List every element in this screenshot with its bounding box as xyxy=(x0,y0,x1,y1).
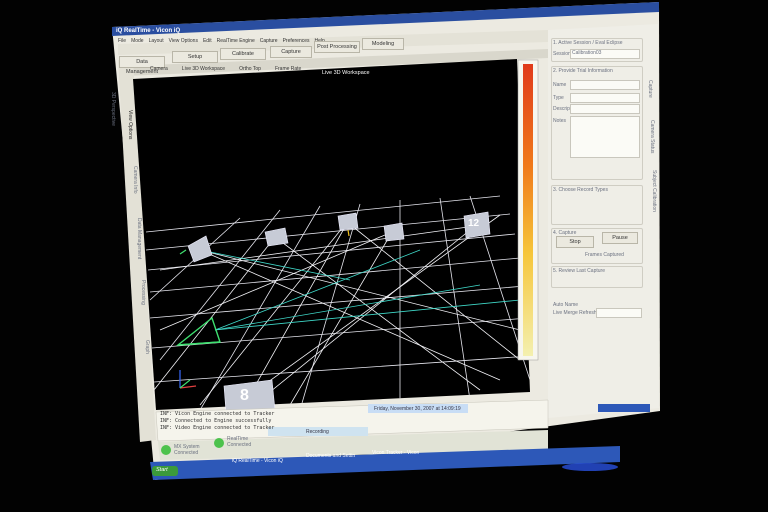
tab-processing[interactable]: Processing xyxy=(140,280,146,305)
log-line: INF: Connected to Engine successfully xyxy=(160,418,272,424)
side-tab-subject-calibration[interactable]: Subject Calibration xyxy=(651,170,657,212)
log-line: INF: Video Engine connected to Tracker xyxy=(160,425,275,431)
side-tab-camera-status[interactable]: Camera Status xyxy=(649,120,655,153)
window-title: iQ RealTime - Vicon iQ xyxy=(116,28,181,34)
viewport-camera-option[interactable]: Camera xyxy=(150,66,168,74)
frames-captured-label: Frames Captured xyxy=(585,252,624,258)
taskbar-item-iq[interactable]: iQ RealTime - Vicon iQ xyxy=(232,458,283,464)
monitor-screen xyxy=(112,2,660,480)
menu-item-view-options[interactable]: View Options xyxy=(169,38,198,46)
trial-description-input[interactable] xyxy=(570,104,640,114)
status-date: Friday, November 30, 2007 at 14:09:19 xyxy=(374,406,461,412)
setup-button[interactable]: Setup xyxy=(172,51,218,63)
menu-item-capture[interactable]: Capture xyxy=(260,38,278,46)
calibrate-button[interactable]: Calibrate xyxy=(220,48,266,60)
trial-name-input[interactable] xyxy=(570,80,640,90)
realtime-status-icon xyxy=(214,438,224,448)
capture-button[interactable]: Capture xyxy=(270,46,312,58)
viewport-view-select[interactable]: Live 3D Workspace xyxy=(182,66,225,74)
trial-section-title: 2. Provide Trial Information xyxy=(553,68,613,74)
trial-notes-label: Notes xyxy=(553,118,567,124)
status-recording: Recording xyxy=(306,429,329,435)
taskbar-item-documents[interactable]: Documents and Settin xyxy=(306,453,355,459)
trial-notes-input[interactable] xyxy=(570,116,640,158)
tab-3d-perspective[interactable]: 3D Perspective xyxy=(110,92,116,126)
live-merge-input[interactable] xyxy=(596,308,642,318)
menu-item-preferences[interactable]: Preferences xyxy=(283,38,310,46)
taskbar-item-tracker[interactable]: Vicon Tracker - Vicon xyxy=(372,450,419,456)
session-value: Calibration03 xyxy=(572,50,602,56)
3d-viewport[interactable] xyxy=(133,59,539,413)
menu-item-mode[interactable]: Mode xyxy=(131,38,144,46)
viewport-title: Live 3D Workspace xyxy=(322,70,370,76)
record-section-title: 3. Choose Record Types xyxy=(553,187,608,193)
log-line: INF: Vicon Engine connected to Tracker xyxy=(160,411,275,417)
intensity-gradient xyxy=(523,64,533,356)
trial-type-input[interactable] xyxy=(570,93,640,103)
pause-button[interactable]: Pause xyxy=(602,232,638,244)
auto-name-label: Auto Name xyxy=(553,302,579,308)
tab-view-options[interactable]: View Options xyxy=(127,110,133,139)
menu-item-edit[interactable]: Edit xyxy=(203,38,212,46)
tab-data-management[interactable]: Data Management xyxy=(136,218,142,259)
camera-marker[interactable] xyxy=(383,222,405,242)
menu-item-realtime-engine[interactable]: RealTime Engine xyxy=(217,38,255,46)
tab-camera-info[interactable]: Camera Info xyxy=(132,166,138,194)
camera-marker-8[interactable] xyxy=(223,379,276,413)
tray-area xyxy=(598,404,650,412)
power-led-glow xyxy=(562,463,618,471)
stop-button[interactable]: Stop xyxy=(556,236,594,248)
viewport-ortho-option[interactable]: Ortho Top xyxy=(239,66,261,74)
session-section-title: 1. Active Session / Eval Eclipse xyxy=(553,40,623,46)
mx-system-status-icon xyxy=(161,445,171,455)
log-text: INF: Vicon Engine connected to Tracker I… xyxy=(160,411,274,432)
camera-label-8: 8 xyxy=(240,387,249,404)
post-processing-button[interactable]: Post Processing xyxy=(314,41,360,53)
session-label: Session xyxy=(553,51,571,57)
tab-graph[interactable]: Graph xyxy=(144,340,150,354)
status-realtime-engine: RealTime Connected xyxy=(227,436,252,448)
live-merge-label: Live Merge Refresh xyxy=(553,310,597,316)
trial-type-label: Type xyxy=(553,95,564,101)
review-section-title: 5. Review Last Capture xyxy=(553,268,605,274)
trial-name-label: Name xyxy=(553,82,567,88)
side-tab-capture[interactable]: Capture xyxy=(647,80,653,98)
status-mx-system: MX System Connected xyxy=(174,444,200,456)
start-label: Start xyxy=(156,467,168,473)
modeling-button[interactable]: Modeling xyxy=(362,38,404,50)
camera-label-12: 12 xyxy=(468,218,480,229)
menu-item-layout[interactable]: Layout xyxy=(149,38,164,46)
menu-item-file[interactable]: File xyxy=(118,38,126,46)
viewport-frame-rate[interactable]: Frame Rate xyxy=(275,66,301,74)
